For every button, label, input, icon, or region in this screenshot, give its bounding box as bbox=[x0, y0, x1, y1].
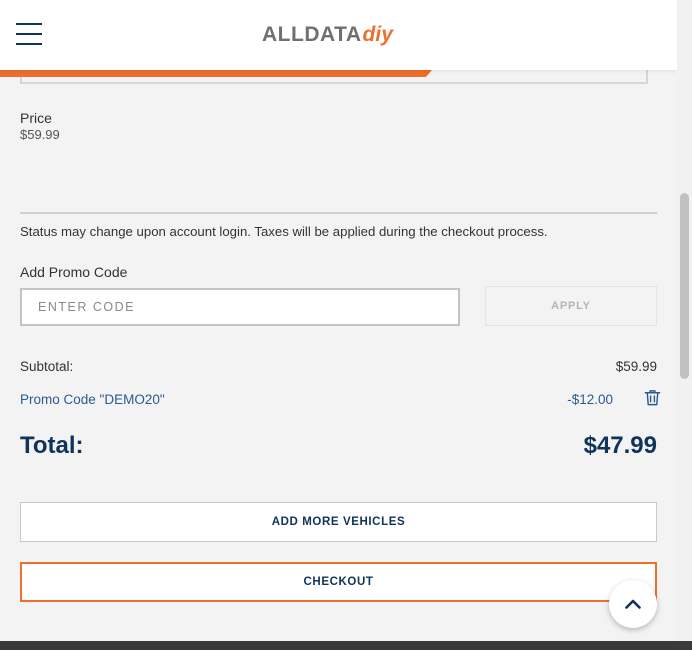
applied-promo-code: Promo Code "DEMO20" bbox=[20, 392, 165, 407]
total-label: Total: bbox=[20, 432, 84, 459]
alldata-diy-logo[interactable]: ALLDATAdiy bbox=[262, 23, 393, 47]
page-scrollbar[interactable] bbox=[677, 0, 692, 650]
hamburger-menu-icon[interactable] bbox=[16, 22, 42, 46]
promo-code-input[interactable] bbox=[20, 288, 460, 326]
price-label: Price bbox=[20, 110, 52, 126]
menu-line bbox=[16, 33, 42, 35]
chevron-up-icon bbox=[625, 599, 641, 609]
accent-bar bbox=[0, 70, 432, 77]
menu-line bbox=[16, 23, 42, 25]
scrollbar-thumb[interactable] bbox=[680, 193, 689, 379]
section-divider bbox=[20, 212, 657, 214]
status-note: Status may change upon account login. Ta… bbox=[20, 224, 548, 239]
logo-suffix: diy bbox=[362, 23, 393, 46]
scroll-to-top-button[interactable] bbox=[609, 580, 657, 628]
apply-promo-button[interactable]: APPLY bbox=[485, 286, 657, 326]
checkout-button[interactable]: CHECKOUT bbox=[20, 562, 657, 602]
trash-icon[interactable] bbox=[643, 388, 662, 407]
site-header: ALLDATAdiy bbox=[0, 0, 677, 70]
discount-value: -$12.00 bbox=[567, 392, 613, 407]
logo-brand: ALLDATA bbox=[262, 23, 362, 46]
bottom-edge-bar bbox=[0, 641, 692, 650]
promo-code-label: Add Promo Code bbox=[20, 264, 128, 280]
add-more-vehicles-button[interactable]: ADD MORE VEHICLES bbox=[20, 502, 657, 542]
price-value: $59.99 bbox=[20, 127, 60, 142]
subtotal-value: $59.99 bbox=[615, 359, 657, 374]
subtotal-label: Subtotal: bbox=[20, 359, 74, 374]
total-value: $47.99 bbox=[583, 432, 657, 459]
menu-line bbox=[16, 43, 42, 45]
